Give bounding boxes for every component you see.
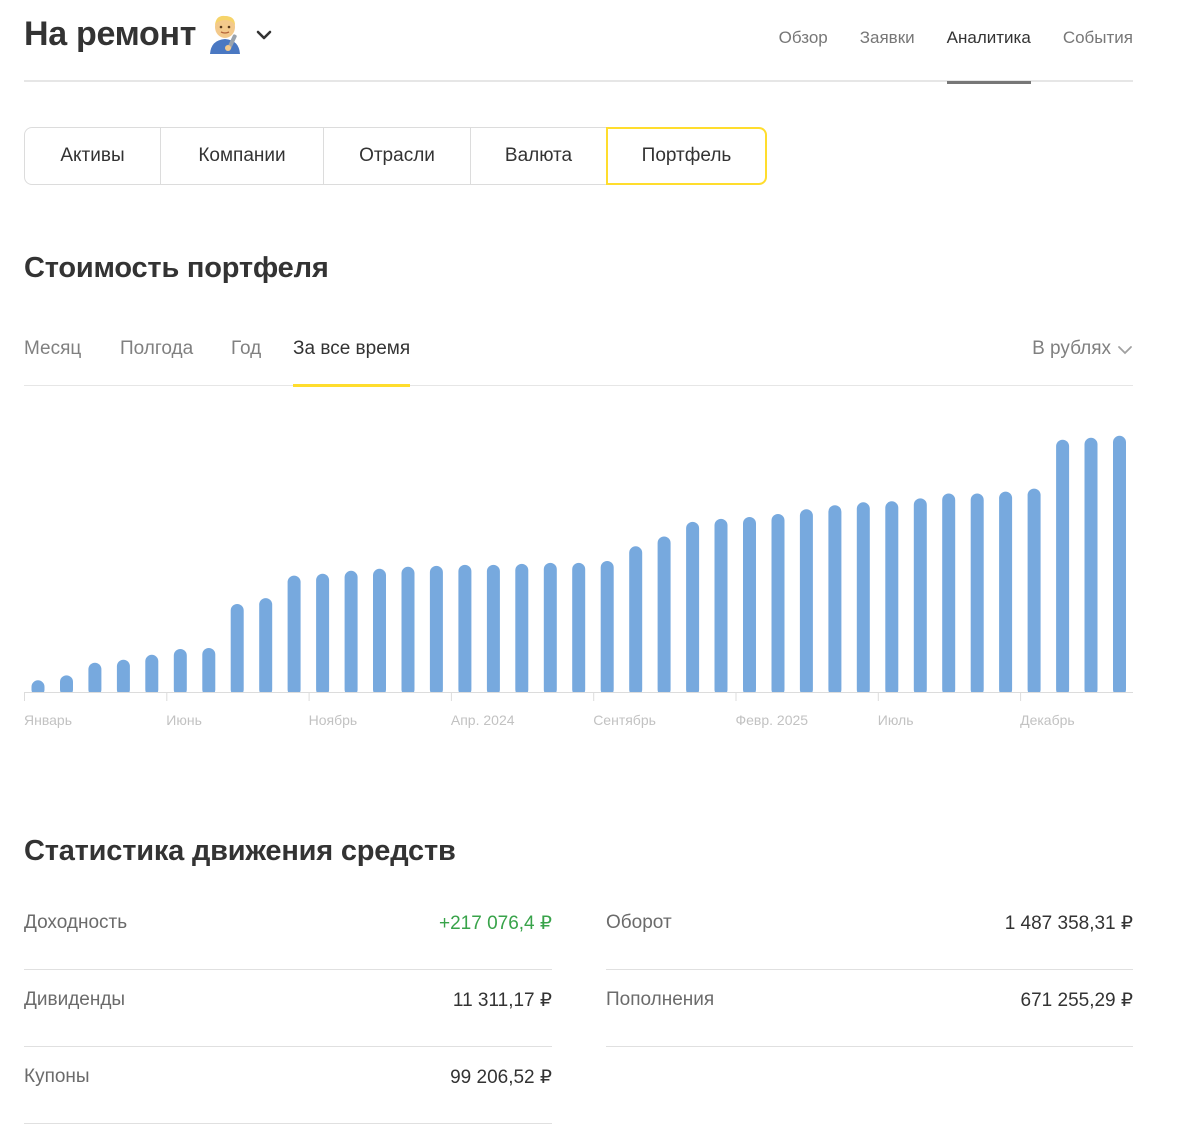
chart-x-tick-label: Апр. 2024: [451, 712, 515, 728]
nav-overview[interactable]: Обзор: [779, 28, 828, 82]
chart-bar[interactable]: [1084, 437, 1098, 696]
portfolio-value-title: Стоимость портфеля: [24, 252, 329, 284]
analytics-page: На ремонт Обзор Заявки Аналитика События: [24, 0, 1133, 1124]
stat-value: +217 076,4 ₽: [439, 913, 552, 934]
chart-bar[interactable]: [942, 493, 956, 697]
chart-bar[interactable]: [543, 562, 557, 696]
chart-x-tick-label: Июнь: [166, 712, 202, 728]
period-half-year[interactable]: Полгода: [120, 338, 193, 386]
stat-value: 99 206,52 ₽: [450, 1067, 552, 1088]
stat-label: Дивиденды: [24, 989, 126, 1010]
chart-bar[interactable]: [287, 575, 301, 696]
segment-portfolio[interactable]: Портфель: [606, 127, 767, 185]
top-nav: Обзор Заявки Аналитика События: [779, 28, 1133, 84]
chart-x-tick-label: Июль: [878, 712, 914, 728]
chart-bar[interactable]: [202, 648, 216, 696]
chart-bar[interactable]: [913, 498, 927, 696]
currency-label: В рублях: [1032, 338, 1111, 359]
page-header: На ремонт Обзор Заявки Аналитика События: [24, 0, 1133, 84]
stat-label: Доходность: [24, 912, 128, 933]
chart-baseline-mask: [24, 692, 1133, 702]
chart-bar[interactable]: [88, 662, 102, 696]
chart-bar[interactable]: [657, 536, 671, 697]
chart-bar[interactable]: [344, 570, 358, 696]
chart-x-tick-label: Сентябрь: [593, 712, 656, 728]
chart-bar[interactable]: [1027, 488, 1041, 696]
chart-x-tick-label: Февр. 2025: [736, 712, 809, 728]
chart-x-tick-label: Декабрь: [1020, 712, 1075, 728]
stat-label: Купоны: [24, 1066, 90, 1087]
currency-selector[interactable]: В рублях: [1032, 338, 1133, 360]
chart-bar[interactable]: [373, 568, 386, 696]
stat-value: 11 311,17 ₽: [452, 990, 552, 1011]
account-selector[interactable]: На ремонт: [24, 14, 274, 54]
chart-bar[interactable]: [230, 604, 244, 696]
stat-value: 671 255,29 ₽: [1020, 990, 1133, 1011]
stat-row-yield: Доходность +217 076,4 ₽: [24, 893, 552, 970]
segment-companies[interactable]: Компании: [161, 127, 324, 185]
chart-bar[interactable]: [714, 518, 728, 696]
chart-bar[interactable]: [316, 573, 330, 696]
stat-row-deposits: Пополнения 671 255,29 ₽: [606, 970, 1133, 1047]
chart-bar[interactable]: [1113, 435, 1126, 696]
chart-bar[interactable]: [572, 562, 586, 696]
account-name: На ремонт: [24, 14, 197, 53]
cash-flow-stats-title: Статистика движения средств: [24, 835, 456, 867]
chart-bar[interactable]: [771, 514, 785, 696]
chart-bar[interactable]: [856, 502, 870, 696]
chart-bar[interactable]: [259, 598, 273, 696]
chart-bar[interactable]: [401, 566, 415, 696]
nav-orders[interactable]: Заявки: [860, 28, 915, 82]
stat-value: 1 487 358,31 ₽: [1004, 913, 1133, 934]
nav-analytics[interactable]: Аналитика: [946, 28, 1031, 84]
chart-bar[interactable]: [999, 491, 1013, 696]
stat-label: Оборот: [606, 912, 672, 933]
chart-bar[interactable]: [458, 564, 472, 696]
chevron-down-icon: [1118, 346, 1132, 355]
stat-row-turnover: Оборот 1 487 358,31 ₽: [606, 893, 1133, 970]
chart-bar[interactable]: [429, 565, 443, 696]
chart-bar[interactable]: [743, 517, 756, 696]
period-year[interactable]: Год: [231, 338, 261, 386]
analytics-segments: Активы Компании Отрасли Валюта Портфель: [24, 127, 767, 185]
chart-bar[interactable]: [686, 521, 700, 696]
period-tabs: Месяц Полгода Год За все время В рублях: [24, 322, 1133, 387]
period-month[interactable]: Месяц: [24, 338, 81, 386]
chart-bar[interactable]: [885, 501, 899, 696]
mechanic-emoji-icon: [210, 15, 241, 54]
stat-row-coupons: Купоны 99 206,52 ₽: [24, 1047, 552, 1124]
chart-bar[interactable]: [799, 509, 813, 696]
chart-bar[interactable]: [145, 654, 159, 696]
portfolio-value-chart: Январь Июнь Ноябрь Апр. 2024 Сентябрь Февр. 2…: [24, 435, 1133, 728]
chart-bar[interactable]: [173, 649, 187, 696]
stat-row-dividends: Дивиденды 11 311,17 ₽: [24, 970, 552, 1047]
chart-bar[interactable]: [486, 564, 500, 696]
chart-x-tick-label: Январь: [24, 712, 72, 728]
nav-events[interactable]: События: [1063, 28, 1133, 82]
chart-bar[interactable]: [970, 493, 984, 697]
chart-bar[interactable]: [515, 563, 529, 696]
chart-bar[interactable]: [1056, 439, 1070, 696]
chart-bar[interactable]: [629, 546, 643, 696]
chevron-down-icon: [256, 30, 272, 40]
segment-industries[interactable]: Отрасли: [324, 127, 471, 185]
chart-x-tick-label: Ноябрь: [309, 712, 358, 728]
chart-bar[interactable]: [828, 505, 842, 696]
chart-bar[interactable]: [600, 561, 614, 696]
chart-bar[interactable]: [116, 659, 130, 696]
period-all-time[interactable]: За все время: [293, 338, 411, 387]
segment-assets[interactable]: Активы: [24, 127, 161, 185]
segment-currency[interactable]: Валюта: [471, 127, 607, 185]
stat-label: Пополнения: [606, 989, 715, 1010]
